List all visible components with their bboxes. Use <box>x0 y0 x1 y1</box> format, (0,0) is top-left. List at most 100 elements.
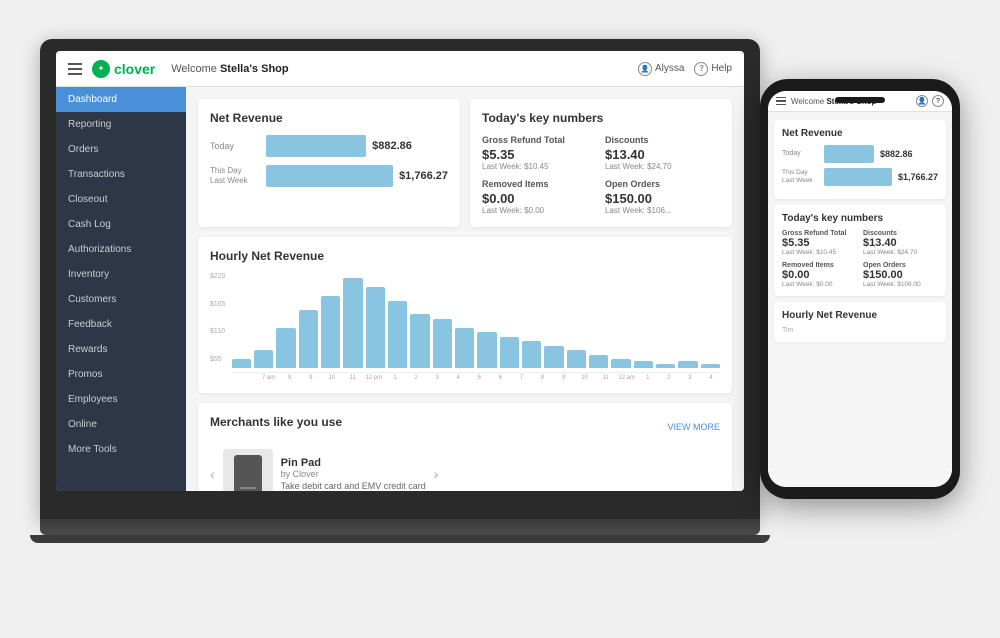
phone-kn-removed-items: Removed Items $0.00 Last Week: $0.00 <box>782 262 857 288</box>
phone-content: Net Revenue Today $882.86 This DayLast W… <box>768 112 952 487</box>
x-label-14: 9 <box>554 375 572 381</box>
sidebar-item-promos[interactable]: Promos <box>56 362 186 387</box>
x-label-17: 12 am <box>618 375 636 381</box>
user-menu[interactable]: 👤 Alyssa <box>638 62 684 76</box>
x-label-4: 11 <box>344 375 362 381</box>
sidebar-item-authorizations[interactable]: Authorizations <box>56 237 186 262</box>
x-label-16: 11 <box>597 375 615 381</box>
laptop-foot <box>30 535 770 543</box>
chart-bar-2 <box>276 328 295 369</box>
merchants-header: Merchants like you use VIEW MORE <box>210 415 720 439</box>
merchant-name: Pin Pad <box>281 457 426 469</box>
phone-header-icons: 👤 ? <box>916 95 944 107</box>
help-button[interactable]: ? Help <box>694 62 732 76</box>
x-label-19: 2 <box>660 375 678 381</box>
sidebar-item-closeout[interactable]: Closeout <box>56 187 186 212</box>
chart-bar-20 <box>678 361 697 368</box>
sidebar: Dashboard Reporting Orders Transactions … <box>56 87 186 491</box>
phone-hamburger-icon[interactable] <box>776 97 786 106</box>
key-numbers-grid: Gross Refund Total $5.35 Last Week: $10.… <box>482 135 720 215</box>
phone-today-bar <box>824 145 874 163</box>
x-label-20: 3 <box>681 375 699 381</box>
chart-bar-3 <box>299 310 318 369</box>
key-numbers-title: Today's key numbers <box>482 111 720 125</box>
merchants-title: Merchants like you use <box>210 415 342 429</box>
help-label: Help <box>711 63 732 74</box>
sidebar-item-rewards[interactable]: Rewards <box>56 337 186 362</box>
laptop-base <box>40 519 760 535</box>
chart-bar-8 <box>410 314 429 368</box>
phone: Welcome Stella's Shop 👤 ? Net Revenue To… <box>760 79 960 499</box>
x-label-18: 1 <box>639 375 657 381</box>
phone-kn-open-orders: Open Orders $150.00 Last Week: $106.00 <box>863 262 938 288</box>
chart-bars <box>232 273 720 373</box>
phone-today-row: Today $882.86 <box>782 145 938 163</box>
sidebar-item-cash-log[interactable]: Cash Log <box>56 212 186 237</box>
pin-pad-device-icon <box>234 455 262 491</box>
chart-bar-14 <box>544 346 563 369</box>
chart-bar-6 <box>366 287 385 368</box>
chart-bar-7 <box>388 301 407 369</box>
sidebar-item-reporting[interactable]: Reporting <box>56 112 186 137</box>
user-icon: 👤 <box>638 62 652 76</box>
main-content: Net Revenue Today $882.86 This Day <box>186 87 744 491</box>
key-numbers-card: Today's key numbers Gross Refund Total $… <box>470 99 732 227</box>
merchant-desc: Take debit card and EMV credit card <box>281 481 426 491</box>
phone-hourly-title: Hourly Net Revenue <box>782 310 938 321</box>
phone-notch <box>835 97 885 103</box>
x-label-10: 5 <box>470 375 488 381</box>
hourly-chart-title: Hourly Net Revenue <box>210 249 720 263</box>
chart-bar-4 <box>321 296 340 368</box>
today-label: Today <box>210 141 258 151</box>
merchant-by: by Clover <box>281 469 426 479</box>
lastweek-value: $1,766.27 <box>399 170 448 182</box>
laptop: clover Welcome Stella's Shop 👤 Alyssa ? … <box>40 39 760 599</box>
top-grid: Net Revenue Today $882.86 This Day <box>198 99 732 227</box>
x-label-0: 7 am <box>260 375 278 381</box>
phone-today-value: $882.86 <box>880 149 913 159</box>
chart-bar-17 <box>611 359 630 368</box>
x-label-5: 12 pm <box>365 375 383 381</box>
x-label-3: 10 <box>323 375 341 381</box>
chart-bar-18 <box>634 361 653 368</box>
chart-bar-11 <box>477 332 496 368</box>
phone-help-icon[interactable]: ? <box>932 95 944 107</box>
view-more-button[interactable]: VIEW MORE <box>667 422 720 432</box>
chart-bar-13 <box>522 341 541 368</box>
revenue-today-row: Today $882.86 <box>210 135 448 157</box>
prev-arrow-icon[interactable]: ‹ <box>210 466 215 482</box>
sidebar-item-customers[interactable]: Customers <box>56 287 186 312</box>
x-label-9: 4 <box>449 375 467 381</box>
phone-user-icon[interactable]: 👤 <box>916 95 928 107</box>
chart-bar-10 <box>455 328 474 369</box>
sidebar-item-employees[interactable]: Employees <box>56 387 186 412</box>
merchant-item: ‹ Pin Pad by Clover Take debit card and … <box>210 449 720 491</box>
merchant-info: Pin Pad by Clover Take debit card and EM… <box>281 457 426 491</box>
phone-lastweek-row: This DayLast Week $1,766.27 <box>782 168 938 186</box>
sidebar-item-more-tools[interactable]: More Tools <box>56 437 186 462</box>
sidebar-item-transactions[interactable]: Transactions <box>56 162 186 187</box>
phone-kn-discounts: Discounts $13.40 Last Week: $24.70 <box>863 230 938 256</box>
hourly-chart-card: Hourly Net Revenue $220 $165 $110 $55 <box>198 237 732 393</box>
today-value: $882.86 <box>372 140 412 152</box>
lastweek-label: This DayLast Week <box>210 166 258 185</box>
lastweek-bar-container: $1,766.27 <box>266 165 448 187</box>
sidebar-item-inventory[interactable]: Inventory <box>56 262 186 287</box>
hamburger-menu-icon[interactable] <box>68 63 82 75</box>
sidebar-item-dashboard[interactable]: Dashboard <box>56 87 186 112</box>
sidebar-item-orders[interactable]: Orders <box>56 137 186 162</box>
next-arrow-icon[interactable]: › <box>434 466 439 482</box>
chart-bar-12 <box>500 337 519 369</box>
chart-bar-19 <box>656 364 675 369</box>
phone-net-revenue-title: Net Revenue <box>782 128 938 139</box>
x-label-2: 9 <box>302 375 320 381</box>
merchants-card: Merchants like you use VIEW MORE ‹ Pin P… <box>198 403 732 491</box>
logo: clover <box>92 60 155 78</box>
x-label-6: 1 <box>386 375 404 381</box>
sidebar-item-online[interactable]: Online <box>56 412 186 437</box>
chart-x-labels: 7 am89101112 pm123456789101112 am1234 <box>232 375 720 381</box>
kn-open-orders: Open Orders $150.00 Last Week: $106... <box>605 179 720 215</box>
sidebar-item-feedback[interactable]: Feedback <box>56 312 186 337</box>
chart-bar-0 <box>232 359 251 368</box>
net-revenue-card: Net Revenue Today $882.86 This Day <box>198 99 460 227</box>
